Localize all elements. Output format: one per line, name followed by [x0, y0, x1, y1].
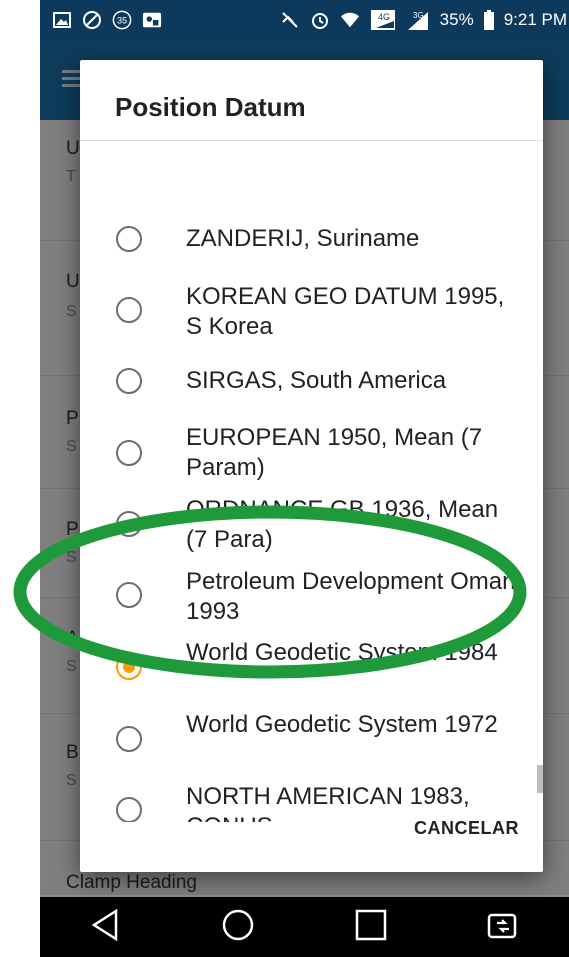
radio-button[interactable]	[116, 368, 142, 394]
dialog-title: Position Datum	[115, 92, 306, 122]
svg-text:4G: 4G	[378, 12, 390, 22]
datum-option-label: KOREAN GEO DATUM 1995, S Korea	[186, 283, 505, 340]
svg-text:35: 35	[117, 16, 127, 26]
clock: 9:21 PM	[503, 10, 567, 29]
switch-app-icon[interactable]	[485, 907, 521, 948]
notification-count-icon: 35	[112, 10, 132, 30]
highlight-ellipse	[13, 505, 527, 679]
recents-icon[interactable]	[353, 907, 389, 948]
image-icon	[52, 10, 72, 30]
mute-icon	[280, 10, 300, 30]
vpn-icon	[142, 10, 162, 30]
battery-icon	[483, 10, 494, 30]
home-icon[interactable]	[220, 907, 256, 948]
radio-button[interactable]	[116, 797, 142, 822]
alarm-icon	[310, 10, 330, 30]
datum-options-list[interactable]: ZANDERIJ, Suriname KOREAN GEO DATUM 1995…	[80, 142, 543, 822]
battery-percent: 35%	[439, 10, 474, 29]
datum-option-label: NORTH AMERICAN 1983, CONUS	[186, 783, 470, 822]
radio-button[interactable]	[116, 226, 142, 252]
back-icon[interactable]	[88, 907, 124, 948]
datum-option-label: SIRGAS, South America	[186, 367, 447, 394]
signal-3g-icon: 3G	[406, 10, 430, 30]
datum-option-label: EUROPEAN 1950, Mean (7 Param)	[186, 424, 483, 481]
datum-option-label: World Geodetic System 1972	[186, 711, 498, 738]
navigation-bar	[40, 897, 569, 957]
dialog-divider	[80, 140, 543, 141]
wifi-icon	[340, 10, 360, 30]
position-datum-dialog: Position Datum ZANDERIJ, Suriname KOREAN…	[80, 60, 543, 872]
radio-button[interactable]	[116, 726, 142, 752]
radio-button[interactable]	[116, 440, 142, 466]
status-bar: 35 4G 3G 35% 9:21 PM	[40, 0, 569, 40]
scrollbar[interactable]	[537, 765, 543, 793]
radio-button[interactable]	[116, 297, 142, 323]
datum-option-label: ZANDERIJ, Suriname	[186, 225, 420, 252]
no-sim-icon	[82, 10, 102, 30]
signal-4g-icon: 4G	[370, 10, 396, 30]
cancel-button[interactable]: CANCELAR	[414, 818, 519, 839]
